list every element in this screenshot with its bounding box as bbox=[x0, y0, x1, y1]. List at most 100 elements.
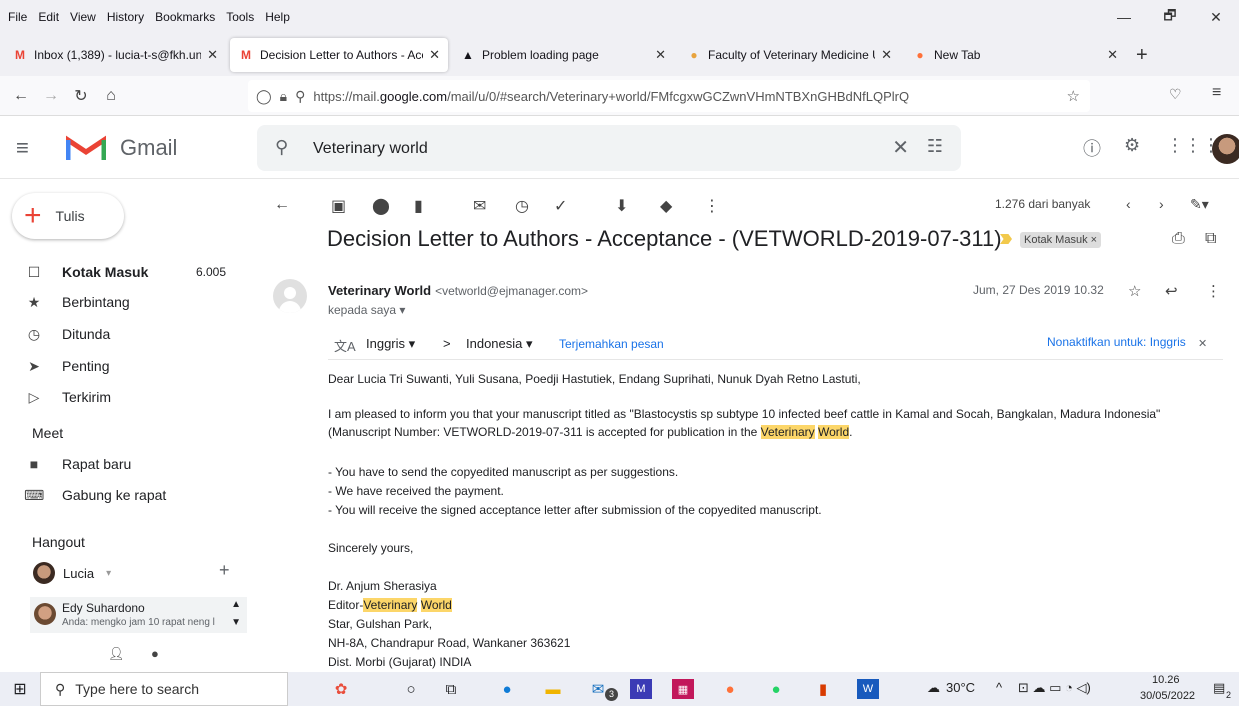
print-icon[interactable]: ⎙ bbox=[1172, 230, 1185, 248]
close-tab-icon[interactable]: ✕ bbox=[1107, 47, 1118, 63]
chevron-down-icon[interactable]: ▼ bbox=[231, 617, 241, 628]
label-chip-inbox[interactable]: Kotak Masuk × bbox=[1020, 232, 1102, 248]
menu-edit[interactable]: Edit bbox=[38, 10, 59, 24]
sidebar-item-snoozed[interactable]: ◷ Ditunda bbox=[0, 319, 240, 349]
menu-history[interactable]: History bbox=[107, 10, 144, 24]
move-to-icon[interactable]: ⬇ bbox=[615, 196, 628, 216]
account-avatar[interactable] bbox=[1212, 134, 1239, 164]
compose-button[interactable]: + Tulis bbox=[12, 193, 124, 239]
settings-gear-icon[interactable]: ⚙ bbox=[1124, 135, 1140, 156]
permissions-icon[interactable]: ⚲ bbox=[295, 88, 305, 105]
reply-icon[interactable]: ↩ bbox=[1165, 282, 1178, 300]
app-icon[interactable]: ▦ bbox=[672, 679, 694, 699]
new-tab-button[interactable]: + bbox=[1136, 44, 1148, 67]
search-options-icon[interactable]: ☷ bbox=[927, 136, 943, 157]
tab-decision-letter[interactable]: M Decision Letter to Authors - Acc ✕ bbox=[230, 38, 448, 72]
menu-help[interactable]: Help bbox=[265, 10, 290, 24]
more-options-icon[interactable]: ⋮ bbox=[704, 196, 720, 216]
flowers-widget-icon[interactable]: ✿ bbox=[330, 679, 352, 699]
close-icon[interactable]: ✕ bbox=[1198, 337, 1207, 350]
minimize-button[interactable]: — bbox=[1101, 0, 1147, 34]
important-marker-icon[interactable] bbox=[1000, 234, 1012, 244]
search-input[interactable]: Veterinary world bbox=[313, 140, 428, 158]
chevron-down-icon[interactable]: ▾ bbox=[106, 568, 111, 579]
shield-icon[interactable]: ◯ bbox=[256, 88, 272, 105]
close-tab-icon[interactable]: ✕ bbox=[207, 47, 218, 63]
weather-icon[interactable]: ☁ bbox=[927, 680, 940, 696]
back-icon[interactable]: ← bbox=[6, 87, 36, 105]
source-language-select[interactable]: Inggris ▾ bbox=[366, 336, 415, 352]
archive-icon[interactable]: ▣ bbox=[331, 196, 346, 216]
app-menu-icon[interactable]: ≡ bbox=[1212, 84, 1221, 102]
new-chat-plus-icon[interactable]: + bbox=[219, 560, 230, 581]
hangout-user[interactable]: Lucia ▾ bbox=[33, 562, 111, 584]
system-tray-icons[interactable]: ⊡ ☁ ▭ ◔ ◁) bbox=[1018, 680, 1091, 696]
cortana-icon[interactable]: ○ bbox=[400, 679, 422, 699]
help-icon[interactable]: ⓘ bbox=[1083, 135, 1101, 161]
taskbar-search-box[interactable]: ⚲ Type here to search bbox=[40, 672, 288, 706]
office-icon[interactable]: ▮ bbox=[812, 679, 834, 699]
input-tools-icon[interactable]: ✎▾ bbox=[1190, 196, 1209, 213]
clock-time[interactable]: 10.26 bbox=[1152, 674, 1180, 686]
menu-tools[interactable]: Tools bbox=[226, 10, 254, 24]
sidebar-item-starred[interactable]: ★ Berbintang bbox=[0, 287, 240, 317]
bookmark-star-icon[interactable]: ☆ bbox=[1067, 87, 1080, 105]
windows-start-icon[interactable]: ⊞ bbox=[0, 679, 40, 699]
gmail-logo-icon[interactable] bbox=[66, 134, 106, 162]
mark-unread-icon[interactable]: ✉ bbox=[473, 196, 486, 216]
app-icon[interactable]: M bbox=[630, 679, 652, 699]
sidebar-item-inbox[interactable]: ☐ Kotak Masuk 6.005 bbox=[0, 257, 240, 287]
lock-icon[interactable]: 🔒︎ bbox=[280, 88, 287, 105]
next-icon[interactable]: › bbox=[1159, 196, 1164, 212]
close-tab-icon[interactable]: ✕ bbox=[655, 47, 666, 63]
search-icon[interactable]: ⚲ bbox=[275, 137, 288, 158]
edge-icon[interactable]: ● bbox=[496, 679, 518, 699]
close-tab-icon[interactable]: ✕ bbox=[429, 47, 440, 63]
menu-view[interactable]: View bbox=[70, 10, 96, 24]
previous-icon[interactable]: ‹ bbox=[1126, 196, 1131, 212]
restore-button[interactable]: 🗗 bbox=[1147, 0, 1193, 34]
forward-icon[interactable]: → bbox=[36, 87, 66, 105]
task-view-icon[interactable]: ⧉ bbox=[440, 679, 462, 699]
file-explorer-icon[interactable]: ▬ bbox=[542, 679, 564, 699]
tray-expand-icon[interactable]: ^ bbox=[996, 680, 1002, 695]
clear-search-icon[interactable]: ✕ bbox=[892, 135, 909, 160]
sidebar-item-new-meeting[interactable]: ■ Rapat baru bbox=[0, 449, 240, 479]
disable-translation-link[interactable]: Nonaktifkan untuk: Inggris bbox=[1047, 335, 1186, 349]
temperature[interactable]: 30°C bbox=[946, 680, 975, 695]
reload-icon[interactable]: ↻ bbox=[66, 86, 96, 106]
recipient-details[interactable]: kepada saya ▾ bbox=[328, 303, 405, 317]
label-icon[interactable]: ◆ bbox=[660, 196, 672, 216]
pocket-icon[interactable]: ♡ bbox=[1169, 86, 1182, 103]
close-tab-icon[interactable]: ✕ bbox=[881, 47, 892, 63]
home-icon[interactable]: ⌂ bbox=[96, 87, 126, 105]
star-message-icon[interactable]: ☆ bbox=[1128, 282, 1141, 300]
add-task-icon[interactable]: ✓ bbox=[554, 196, 567, 216]
sender-name[interactable]: Veterinary World bbox=[328, 283, 431, 298]
back-to-search-icon[interactable]: ← bbox=[274, 196, 290, 214]
tab-inbox[interactable]: M Inbox (1,389) - lucia-t-s@fkh.un ✕ bbox=[4, 38, 226, 72]
chevron-up-icon[interactable]: ▲ bbox=[231, 599, 241, 610]
menu-bookmarks[interactable]: Bookmarks bbox=[155, 10, 215, 24]
message-more-icon[interactable]: ⋮ bbox=[1206, 282, 1221, 300]
whatsapp-icon[interactable]: ● bbox=[765, 679, 787, 699]
word-icon[interactable]: W bbox=[857, 679, 879, 699]
chat-item[interactable]: Edy Suhardono Anda: mengko jam 10 rapat … bbox=[30, 597, 247, 633]
target-language-select[interactable]: Indonesia ▾ bbox=[466, 336, 533, 352]
close-window-button[interactable]: ✕ bbox=[1193, 0, 1239, 34]
sidebar-item-sent[interactable]: ▷ Terkirim bbox=[0, 382, 240, 412]
search-box[interactable]: ⚲ Veterinary world ✕ ☷ bbox=[257, 125, 961, 171]
menu-file[interactable]: File bbox=[8, 10, 27, 24]
person-icon[interactable]: 👤︎ bbox=[108, 646, 125, 662]
main-menu-icon[interactable]: ≡ bbox=[16, 135, 29, 161]
snooze-icon[interactable]: ◷ bbox=[515, 196, 529, 216]
sidebar-item-join-meeting[interactable]: ⌨ Gabung ke rapat bbox=[0, 480, 240, 510]
report-spam-icon[interactable]: ⬤ bbox=[372, 196, 390, 216]
translate-message-link[interactable]: Terjemahkan pesan bbox=[559, 337, 664, 351]
url-bar[interactable]: ◯ 🔒︎ ⚲ https://mail. google.com/mail/u/0/… bbox=[248, 80, 1090, 112]
tab-problem-loading[interactable]: ▲ Problem loading page ✕ bbox=[452, 38, 674, 72]
notification-icon[interactable]: ▤ bbox=[1213, 680, 1225, 696]
tab-faculty[interactable]: ● Faculty of Veterinary Medicine U ✕ bbox=[678, 38, 900, 72]
delete-icon[interactable]: ▮ bbox=[414, 196, 423, 216]
chat-bubble-icon[interactable]: ● bbox=[151, 646, 159, 661]
